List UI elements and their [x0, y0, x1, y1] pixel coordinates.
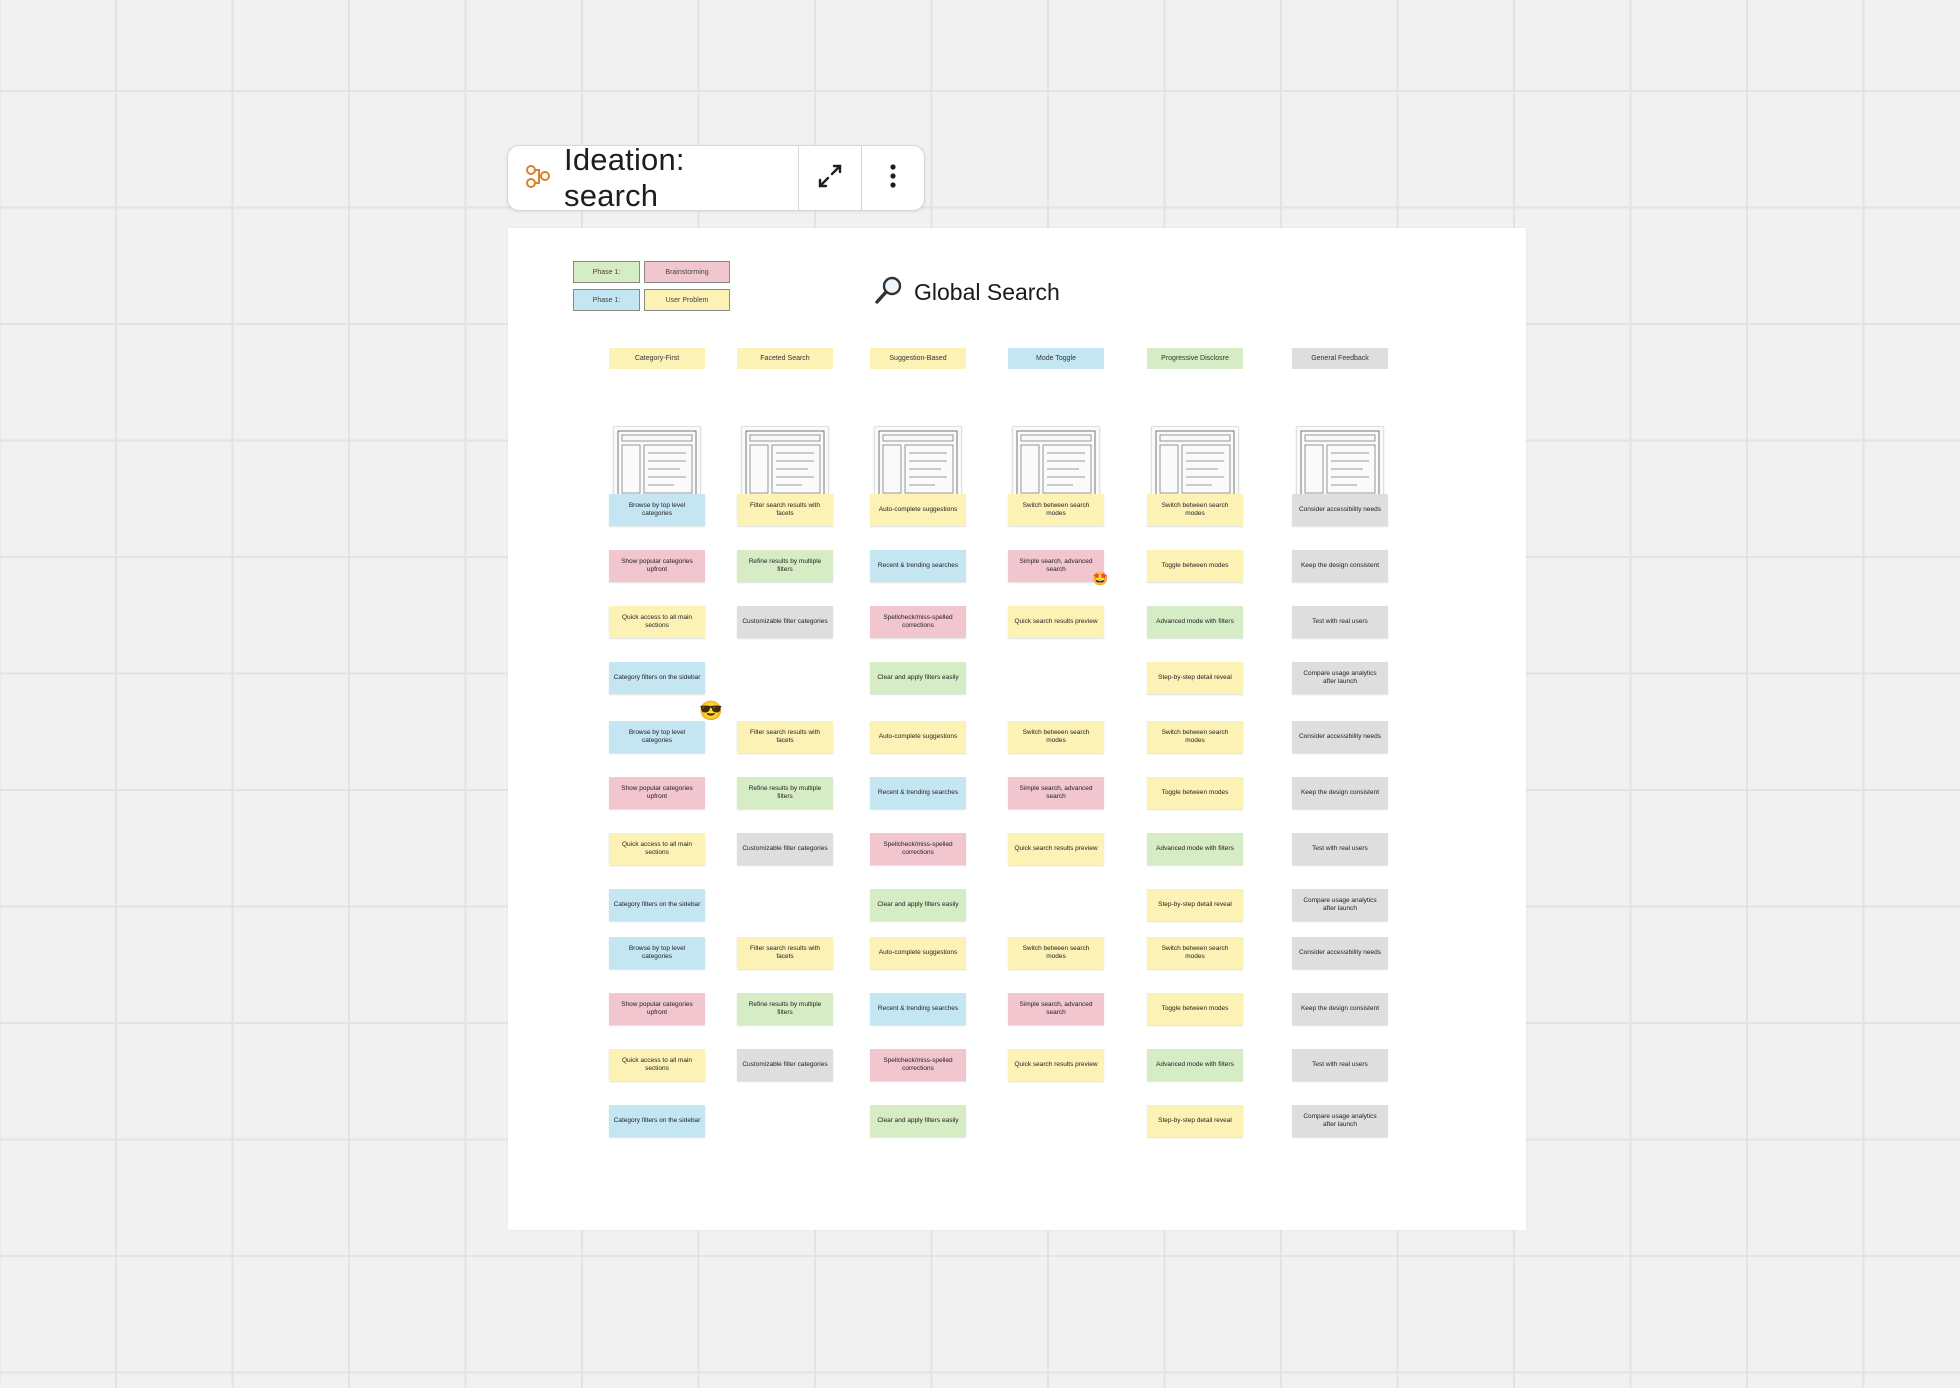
sticky-note[interactable]: Switch between search modes	[1008, 721, 1104, 753]
legend-phase-2: Phase 1:	[573, 289, 640, 311]
sunglasses-emoji[interactable]: 😎	[699, 699, 723, 723]
frame-title: Ideation: search	[564, 142, 685, 213]
sticky-note[interactable]: Refine results by multiple filters	[737, 777, 833, 809]
magnifying-glass-icon	[874, 275, 904, 310]
sticky-note[interactable]: Toggle between modes	[1147, 993, 1243, 1025]
sticky-note[interactable]: Category filters on the sidebar	[609, 889, 705, 921]
more-vertical-icon	[888, 162, 898, 195]
sticky-note[interactable]: Filter search results with facets	[737, 494, 833, 526]
sticky-note[interactable]: Customizable filter categories	[737, 606, 833, 638]
sticky-note[interactable]: Auto-complete suggestions	[870, 937, 966, 969]
column-header[interactable]: Suggestion-Based	[870, 348, 966, 369]
sticky-note[interactable]: Show popular categories upfront	[609, 550, 705, 582]
sticky-note[interactable]: Show popular categories upfront	[609, 993, 705, 1025]
sticky-note[interactable]: Browse by top level categories	[609, 721, 705, 753]
sticky-note[interactable]: Keep the design consistent	[1292, 993, 1388, 1025]
column-header[interactable]: Mode Toggle	[1008, 348, 1104, 369]
sticky-note[interactable]: Auto-complete suggestions	[870, 721, 966, 753]
sticky-note[interactable]: Category filters on the sidebar	[609, 1105, 705, 1137]
sticky-note[interactable]: Recent & trending searches	[870, 993, 966, 1025]
sticky-note[interactable]: Browse by top level categories	[609, 494, 705, 526]
sticky-note[interactable]: Quick access to all main sections	[609, 833, 705, 865]
sticky-note[interactable]: Keep the design consistent	[1292, 550, 1388, 582]
sticky-note[interactable]: Recent & trending searches	[870, 550, 966, 582]
sticky-note[interactable]: Quick access to all main sections	[609, 606, 705, 638]
sticky-note[interactable]: Advanced mode with filters	[1147, 833, 1243, 865]
sticky-note[interactable]: Consider accessibility needs	[1292, 721, 1388, 753]
sticky-note[interactable]: Switch between search modes	[1147, 721, 1243, 753]
sticky-note[interactable]: Recent & trending searches	[870, 777, 966, 809]
column-header[interactable]: Faceted Search	[737, 348, 833, 369]
sticky-note[interactable]: Switch between search modes	[1008, 494, 1104, 526]
expand-arrows-icon	[816, 162, 844, 195]
sticky-note[interactable]: Customizable filter categories	[737, 1049, 833, 1081]
sticky-note[interactable]: Clear and apply filters easily	[870, 1105, 966, 1137]
sticky-note[interactable]: Advanced mode with filters	[1147, 606, 1243, 638]
board-frame[interactable]: Phase 1: Brainstorming Phase 1: User Pro…	[508, 228, 1526, 1230]
sticky-note[interactable]: Switch between search modes	[1008, 937, 1104, 969]
board-title: Global Search	[874, 275, 1060, 310]
sticky-note[interactable]: Filter search results with facets	[737, 721, 833, 753]
wireframe-sketch[interactable]	[1151, 426, 1239, 502]
frame-title-button[interactable]: Ideation: search	[508, 142, 798, 213]
sticky-note[interactable]: Clear and apply filters easily	[870, 662, 966, 694]
sticky-note[interactable]: Customizable filter categories	[737, 833, 833, 865]
legend-phase-1: Phase 1:	[573, 261, 640, 283]
sticky-note[interactable]: Clear and apply filters easily	[870, 889, 966, 921]
sticky-note[interactable]: Toggle between modes	[1147, 777, 1243, 809]
more-options-button[interactable]	[862, 146, 924, 210]
wireframe-sketch[interactable]	[874, 426, 962, 502]
frame-toolbar: Ideation: search	[507, 142, 925, 213]
sticky-note[interactable]: Keep the design consistent	[1292, 777, 1388, 809]
sticky-note[interactable]: Simple search, advanced search	[1008, 993, 1104, 1025]
legend-label-1: Brainstorming	[644, 261, 730, 283]
diagram-nodes-icon	[524, 162, 552, 195]
sticky-note[interactable]: Compare usage analytics after launch	[1292, 889, 1388, 921]
sticky-note[interactable]: Test with real users	[1292, 1049, 1388, 1081]
board-title-text: Global Search	[914, 279, 1060, 305]
sticky-note[interactable]: Advanced mode with filters	[1147, 1049, 1243, 1081]
sticky-note[interactable]: Filter search results with facets	[737, 937, 833, 969]
sticky-note[interactable]: Show popular categories upfront	[609, 777, 705, 809]
column-header[interactable]: General Feedback	[1292, 348, 1388, 369]
legend-label-2: User Problem	[644, 289, 730, 311]
wireframe-sketch[interactable]	[1012, 426, 1100, 502]
sticky-note[interactable]: Toggle between modes	[1147, 550, 1243, 582]
sticky-note[interactable]: Compare usage analytics after launch	[1292, 1105, 1388, 1137]
sticky-note[interactable]: Category filters on the sidebar	[609, 662, 705, 694]
wireframe-sketch[interactable]	[613, 426, 701, 502]
sticky-note[interactable]: Quick access to all main sections	[609, 1049, 705, 1081]
sticky-note[interactable]: Consider accessibility needs	[1292, 937, 1388, 969]
sticky-note[interactable]: Auto-complete suggestions	[870, 494, 966, 526]
sticky-note[interactable]: Spellcheck/miss-spelled corrections	[870, 606, 966, 638]
sticky-note[interactable]: Compare usage analytics after launch	[1292, 662, 1388, 694]
sticky-note[interactable]: Switch between search modes	[1147, 494, 1243, 526]
sticky-note[interactable]: Switch between search modes	[1147, 937, 1243, 969]
sticky-note[interactable]: Step-by-step detail reveal	[1147, 662, 1243, 694]
sticky-note[interactable]: Quick search results preview	[1008, 833, 1104, 865]
star-struck-emoji[interactable]: 🤩	[1092, 571, 1108, 587]
sticky-note[interactable]: Refine results by multiple filters	[737, 993, 833, 1025]
sticky-note[interactable]: Test with real users	[1292, 833, 1388, 865]
sticky-note[interactable]: Spellcheck/miss-spelled corrections	[870, 833, 966, 865]
sticky-note[interactable]: Refine results by multiple filters	[737, 550, 833, 582]
column-header[interactable]: Category-First	[609, 348, 705, 369]
wireframe-sketch[interactable]	[741, 426, 829, 502]
sticky-note[interactable]: Quick search results preview	[1008, 1049, 1104, 1081]
sticky-note[interactable]: Simple search, advanced search	[1008, 777, 1104, 809]
column-header[interactable]: Progressive Disclosre	[1147, 348, 1243, 369]
sticky-note[interactable]: Quick search results preview	[1008, 606, 1104, 638]
wireframe-sketch[interactable]	[1296, 426, 1384, 502]
expand-button[interactable]	[799, 146, 861, 210]
sticky-note[interactable]: Simple search, advanced search	[1008, 550, 1104, 582]
sticky-note[interactable]: Step-by-step detail reveal	[1147, 889, 1243, 921]
sticky-note[interactable]: Browse by top level categories	[609, 937, 705, 969]
sticky-note[interactable]: Spellcheck/miss-spelled corrections	[870, 1049, 966, 1081]
sticky-note[interactable]: Consider accessibility needs	[1292, 494, 1388, 526]
sticky-note[interactable]: Step-by-step detail reveal	[1147, 1105, 1243, 1137]
sticky-note[interactable]: Test with real users	[1292, 606, 1388, 638]
